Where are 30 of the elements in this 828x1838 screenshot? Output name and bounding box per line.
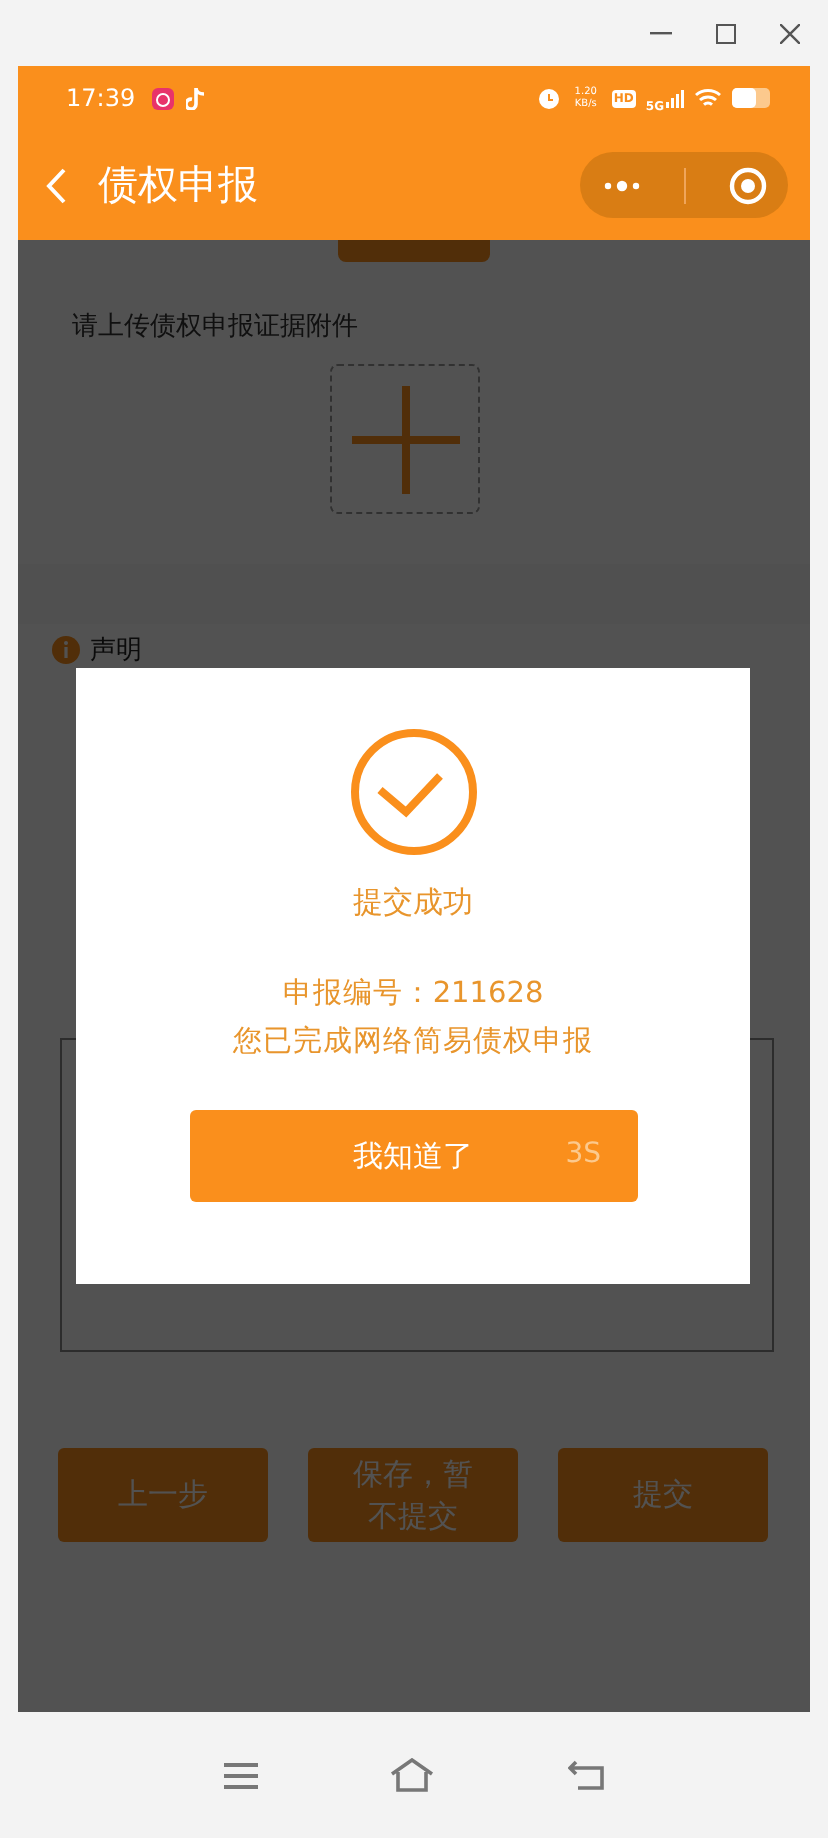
battery-icon	[732, 88, 770, 108]
countdown: 3S	[565, 1138, 601, 1170]
close-icon[interactable]	[780, 23, 800, 43]
menu-icon[interactable]	[224, 1761, 259, 1789]
upload-prompt: 请上传债权申报证据附件	[72, 310, 358, 344]
check-circle-icon	[349, 728, 477, 856]
action-button[interactable]: 保存，暂不提交	[308, 1448, 518, 1542]
info-icon	[52, 636, 80, 664]
statement-title: 声明	[90, 634, 142, 668]
page-title: 债权申报	[98, 158, 258, 212]
alarm-icon	[537, 87, 560, 109]
action-button[interactable]: 上一步	[58, 1448, 268, 1542]
close-target-icon[interactable]	[727, 165, 767, 205]
status-time: 17:39	[66, 84, 136, 112]
signal-icon	[666, 89, 684, 107]
back-icon[interactable]	[46, 167, 66, 203]
maximize-icon[interactable]	[716, 23, 736, 43]
home-icon[interactable]	[390, 1758, 435, 1792]
app-icon	[151, 87, 174, 109]
dialog-title: 提交成功	[353, 884, 473, 922]
dialog-message: 申报编号：211628	[282, 976, 544, 1014]
plus-icon	[351, 385, 459, 493]
confirm-button[interactable]: 我知道了 3S	[189, 1110, 637, 1202]
dialog-message: 您已完成网络简易债权申报	[233, 1023, 593, 1062]
action-button[interactable]: 提交	[558, 1448, 768, 1542]
more-icon[interactable]	[601, 179, 641, 191]
wifi-icon	[694, 88, 722, 108]
minimize-icon[interactable]	[650, 31, 672, 35]
back-nav-icon[interactable]	[567, 1759, 604, 1791]
music-note-icon	[185, 87, 204, 109]
